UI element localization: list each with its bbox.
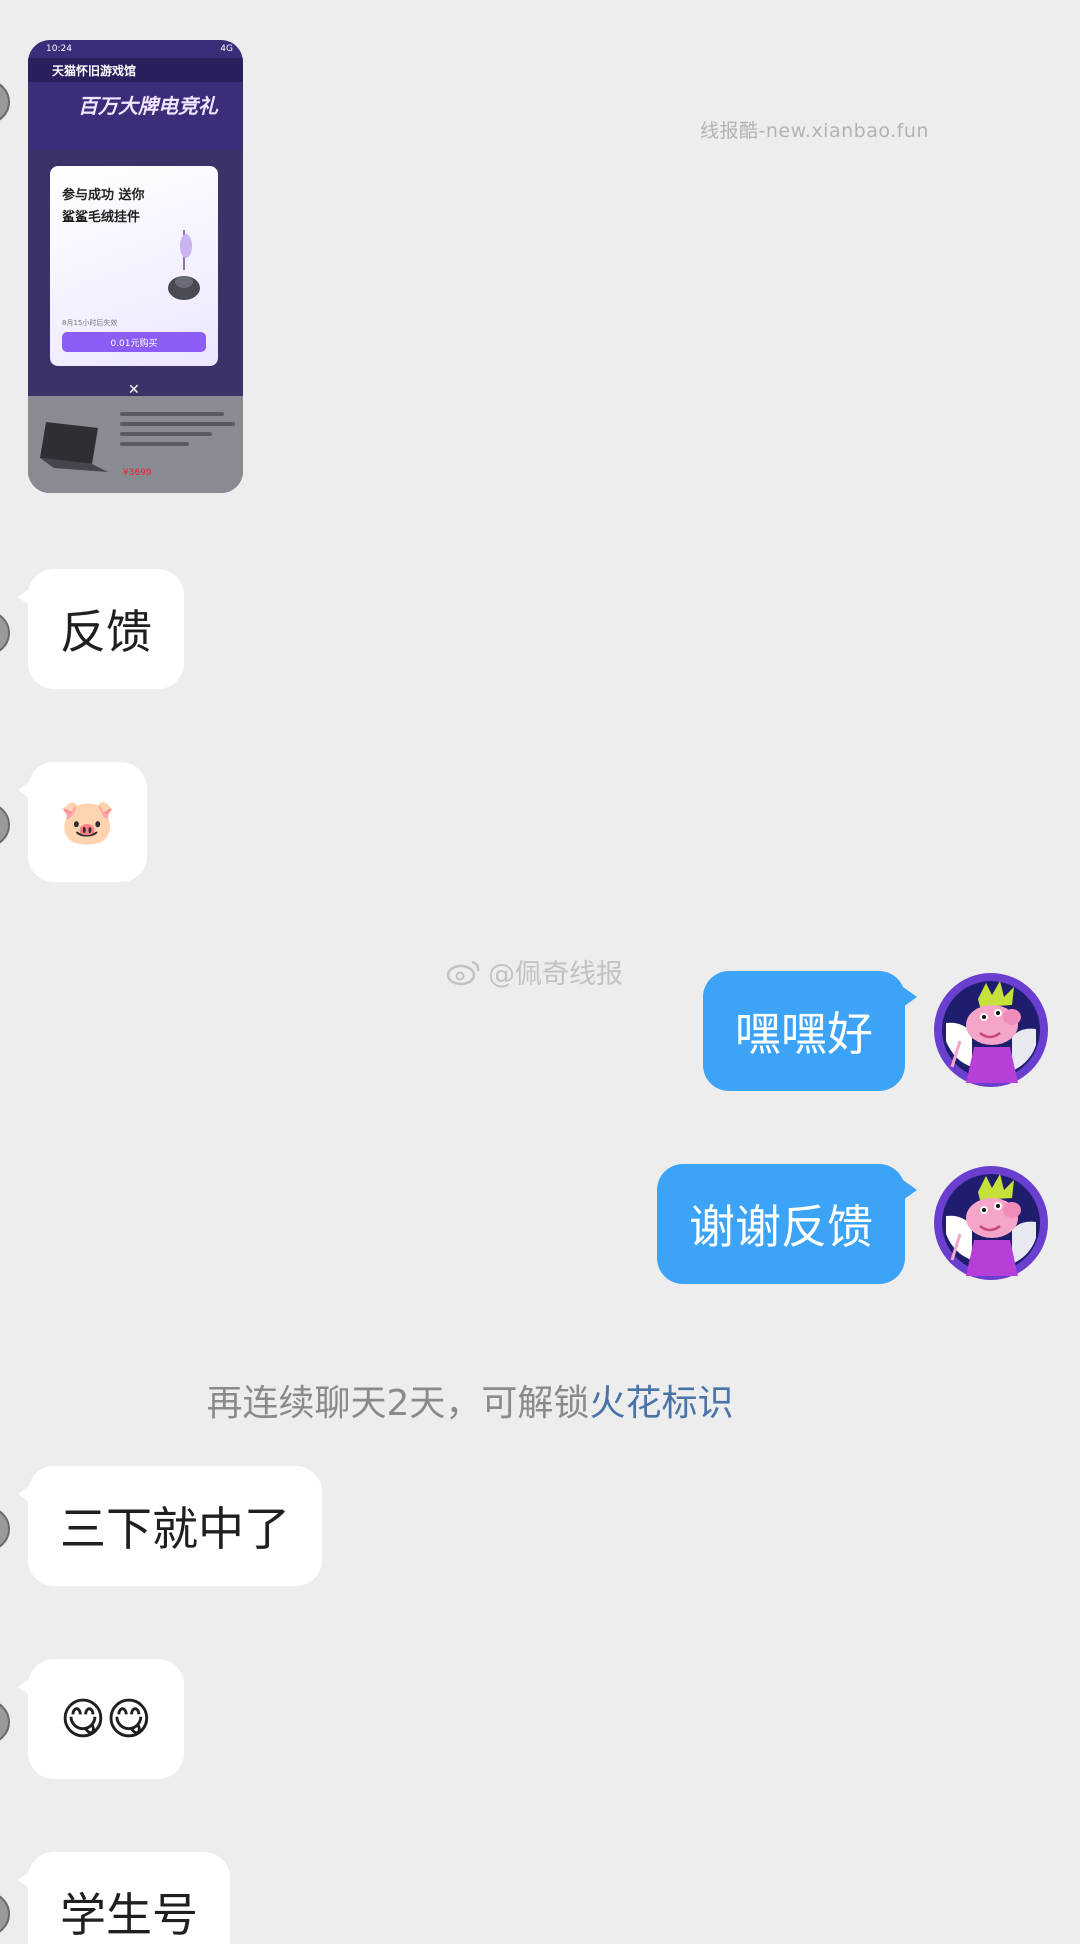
- shot-price: ¥3699: [123, 468, 152, 478]
- watermark-xianbao: 线报酷-new.xianbao.fun: [700, 120, 929, 142]
- notice-text: 再连续聊天2天，可解锁: [206, 1383, 590, 1424]
- spark-unlock-notice: 再连续聊天2天，可解锁火花标识: [0, 1374, 940, 1426]
- shot-modal-line2: 鲨鲨毛绒挂件: [62, 210, 141, 225]
- message-bubble-left[interactable]: 反馈: [18, 569, 184, 689]
- message-bubble-right[interactable]: 谢谢反馈: [657, 1164, 917, 1284]
- message-bubble-left[interactable]: 🐷: [18, 762, 147, 882]
- message-bubble-left[interactable]: 三下就中了: [18, 1466, 322, 1586]
- contact-avatar[interactable]: [0, 1700, 10, 1744]
- peppa-avatar[interactable]: [932, 1164, 1050, 1282]
- shot-status-signal: 4G: [220, 44, 233, 54]
- spark-badge-link[interactable]: 火花标识: [589, 1383, 733, 1424]
- shot-modal-line1: 参与成功 送你: [62, 188, 145, 203]
- shot-banner: 百万大牌电竞礼: [78, 94, 218, 118]
- image-message[interactable]: 10:24 4G 天猫怀旧游戏馆 百万大牌电竞礼 参与成功 送你 鲨鲨毛绒挂件 …: [28, 40, 243, 493]
- plush-toy-icon: [168, 230, 200, 300]
- message-bubble-right[interactable]: 嘿嘿好: [703, 971, 917, 1091]
- contact-avatar[interactable]: [0, 1892, 10, 1936]
- shot-modal-note: 8月15小时后失效: [62, 319, 118, 327]
- watermark-weibo: @佩奇线报: [446, 952, 623, 991]
- message-bubble-left[interactable]: 😋😋: [18, 1659, 184, 1779]
- peppa-avatar[interactable]: [932, 971, 1050, 1089]
- watermark-weibo-text: @佩奇线报: [488, 959, 623, 990]
- chat-screen: 线报酷-new.xianbao.fun 10:24 4G 天猫怀旧游戏馆 百万大…: [0, 0, 1080, 1944]
- contact-avatar[interactable]: [0, 80, 10, 124]
- message-bubble-left[interactable]: 学生号: [18, 1852, 230, 1944]
- shot-modal: 参与成功 送你 鲨鲨毛绒挂件 8月15小时后失效 0.01元购买: [50, 166, 218, 366]
- shot-nav-title: 天猫怀旧游戏馆: [52, 64, 137, 78]
- contact-avatar[interactable]: [0, 803, 10, 847]
- shot-product-text: [120, 406, 235, 452]
- laptop-icon: [40, 422, 108, 472]
- shot-status-time: 10:24: [46, 44, 72, 54]
- contact-avatar[interactable]: [0, 611, 10, 655]
- shot-buy-button: 0.01元购买: [62, 332, 206, 352]
- weibo-icon: [446, 960, 480, 985]
- contact-avatar[interactable]: [0, 1507, 10, 1551]
